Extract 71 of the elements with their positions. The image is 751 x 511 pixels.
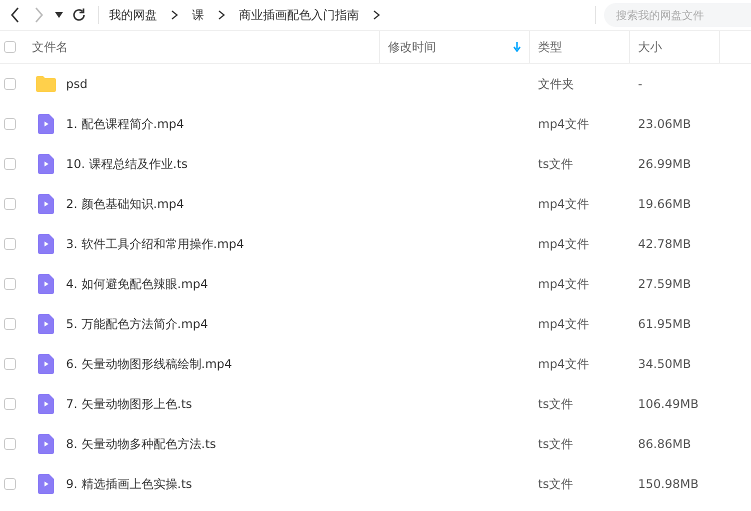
sort-arrow-icon[interactable] [513,42,521,52]
file-name[interactable]: 5. 万能配色方法简介.mp4 [66,316,208,332]
file-size: 42.78MB [638,237,691,251]
file-name[interactable]: 8. 矢量动物多种配色方法.ts [66,436,216,452]
column-header[interactable]: 大小 [638,38,662,56]
file-size: 27.59MB [638,277,691,291]
file-name[interactable]: 3. 软件工具介绍和常用操作.mp4 [66,236,244,252]
file-size: 150.98MB [638,477,699,491]
video-file-icon [38,434,54,454]
file-type: 文件夹 [538,76,574,90]
file-type: ts文件 [538,476,573,490]
video-file-icon [38,114,54,134]
file-name[interactable]: 10. 课程总结及作业.ts [66,156,188,172]
file-size: - [638,77,642,91]
file-type: ts文件 [538,156,573,170]
column-header[interactable]: 修改时间 [388,38,436,56]
back-icon[interactable] [10,7,20,23]
search-field[interactable]: 搜索我的网盘文件 [604,3,751,27]
checkbox[interactable] [4,358,16,370]
file-name[interactable]: 6. 矢量动物图形线稿绘制.mp4 [66,356,232,372]
breadcrumb-link[interactable]: 课 [192,6,204,24]
chevron-icon [373,10,380,20]
checkbox[interactable] [4,398,16,410]
video-file-icon [38,234,54,254]
file-type: mp4文件 [538,236,589,250]
file-name[interactable]: 4. 如何避免配色辣眼.mp4 [66,276,208,292]
video-file-icon [38,354,54,374]
breadcrumb-link[interactable]: 商业插画配色入门指南 [239,6,359,24]
video-file-icon [38,274,54,294]
file-size: 86.86MB [638,437,691,451]
checkbox[interactable] [4,318,16,330]
file-name[interactable]: 9. 精选插画上色实操.ts [66,476,192,492]
checkbox[interactable] [4,158,16,170]
file-size: 61.95MB [638,317,691,331]
checkbox[interactable] [4,278,16,290]
file-type: ts文件 [538,396,573,410]
refresh-icon[interactable] [72,8,86,22]
file-size: 26.99MB [638,157,691,171]
video-file-icon [38,154,54,174]
file-type: mp4文件 [538,276,589,290]
checkbox[interactable] [4,41,16,53]
checkbox[interactable] [4,438,16,450]
file-name[interactable]: psd [66,77,88,91]
file-name[interactable]: 7. 矢量动物图形上色.ts [66,396,192,412]
file-size: 34.50MB [638,357,691,371]
folder-icon [36,76,56,92]
breadcrumb-link[interactable]: 我的网盘 [109,6,157,24]
video-file-icon [38,194,54,214]
checkbox[interactable] [4,238,16,250]
file-size: 106.49MB [638,397,699,411]
checkbox[interactable] [4,78,16,90]
column-header[interactable]: 文件名 [32,38,68,56]
video-file-icon [38,474,54,494]
checkbox[interactable] [4,478,16,490]
forward-icon[interactable] [34,7,44,23]
checkbox[interactable] [4,198,16,210]
file-type: mp4文件 [538,316,589,330]
file-type: mp4文件 [538,356,589,370]
file-name[interactable]: 1. 配色课程简介.mp4 [66,116,184,132]
file-type: mp4文件 [538,196,589,210]
video-file-icon [38,314,54,334]
file-type: mp4文件 [538,116,589,130]
column-header[interactable]: 类型 [538,38,562,56]
file-size: 23.06MB [638,117,691,131]
chevron-icon [218,10,225,20]
checkbox[interactable] [4,118,16,130]
file-size: 19.66MB [638,197,691,211]
file-name[interactable]: 2. 颜色基础知识.mp4 [66,196,184,212]
file-type: ts文件 [538,436,573,450]
video-file-icon [38,394,54,414]
chevron-icon [171,10,178,20]
